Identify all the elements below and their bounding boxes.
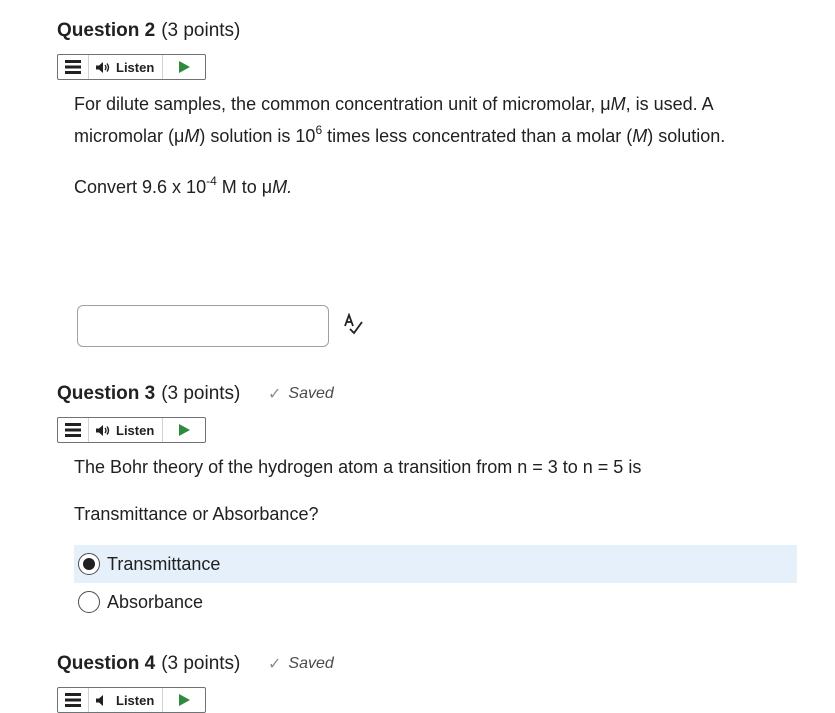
listen-label: Listen: [116, 422, 155, 438]
listen-toolbar-q3: Listen: [57, 417, 206, 443]
question-2-answer-input[interactable]: [77, 305, 329, 347]
question-4-title: Question 4: [57, 653, 156, 674]
radio-button-selected[interactable]: [78, 553, 100, 575]
option-absorbance[interactable]: Absorbance: [74, 583, 797, 621]
play-icon: [178, 424, 190, 436]
checkmark-icon: ✓: [268, 656, 282, 673]
listen-toolbar-q4: Listen: [57, 687, 206, 713]
speaker-icon: [96, 424, 110, 436]
question-2-header: Question 2 (3 points): [57, 20, 240, 42]
menu-icon: [65, 423, 81, 437]
listen-toolbar-q2: Listen: [57, 54, 206, 80]
question-4-header: Question 4 (3 points): [57, 653, 240, 675]
radio-dot: [83, 558, 95, 570]
option-label: Absorbance: [107, 591, 204, 612]
listen-button[interactable]: Listen: [89, 55, 164, 79]
question-2-title: Question 2: [57, 20, 156, 41]
spellcheck-icon: [344, 312, 363, 335]
question-3-header: Question 3 (3 points): [57, 383, 240, 405]
spellcheck-button[interactable]: [342, 312, 364, 340]
menu-icon: [65, 693, 81, 707]
play-button[interactable]: [163, 418, 205, 442]
play-icon: [178, 61, 190, 73]
play-icon: [178, 694, 190, 706]
speaker-icon: [96, 694, 103, 706]
option-transmittance[interactable]: Transmittance: [74, 545, 797, 583]
question-2-paragraph-1: For dilute samples, the common concentra…: [74, 94, 726, 146]
question-2-points: (3 points): [161, 20, 241, 41]
option-label: Transmittance: [107, 553, 221, 574]
question-4-points: (3 points): [161, 653, 241, 674]
listen-label: Listen: [116, 692, 155, 708]
listen-menu-button[interactable]: [58, 55, 89, 79]
listen-button[interactable]: Listen: [89, 418, 164, 442]
question-3-saved-status: ✓ Saved: [268, 385, 334, 403]
radio-button[interactable]: [78, 591, 100, 613]
menu-icon: [65, 60, 81, 74]
question-2-instruction: Convert 9.6 x 10-4 M to μM.: [74, 174, 293, 197]
question-4-saved-status: ✓ Saved: [268, 655, 334, 673]
play-button[interactable]: [163, 55, 205, 79]
listen-menu-button[interactable]: [58, 418, 89, 442]
checkmark-icon: ✓: [268, 386, 282, 403]
speaker-icon: [96, 61, 110, 73]
question-3-prompt: The Bohr theory of the hydrogen atom a t…: [74, 457, 642, 477]
listen-label: Listen: [116, 59, 155, 75]
question-3-sub-prompt: Transmittance or Absorbance?: [74, 504, 319, 524]
play-button[interactable]: [163, 688, 205, 712]
question-3-title: Question 3: [57, 383, 156, 404]
listen-menu-button[interactable]: [58, 688, 89, 712]
listen-button[interactable]: Listen: [89, 688, 164, 712]
question-3-points: (3 points): [161, 383, 241, 404]
